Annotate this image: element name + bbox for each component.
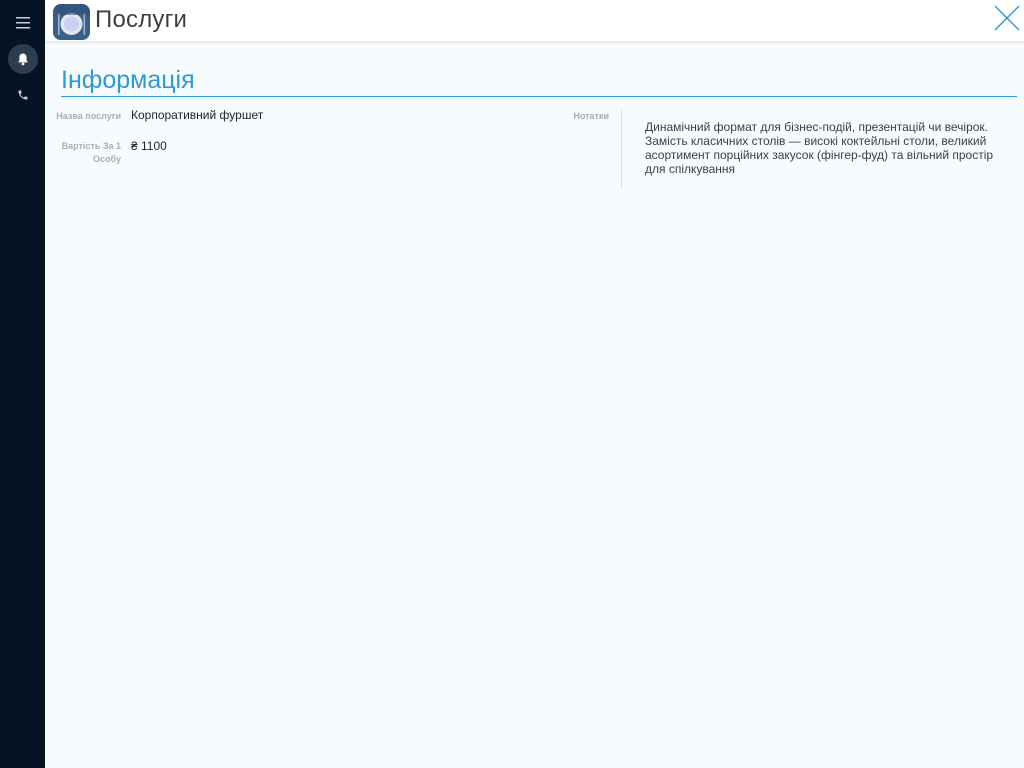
main-content: Інформація Назва послуги Корпоративний ф… (45, 41, 1024, 768)
sidebar-rail (0, 0, 45, 768)
plate-cutlery-icon (53, 4, 90, 40)
notes-label: Нотатки (573, 111, 609, 121)
close-button[interactable] (992, 3, 1022, 33)
price-per-person-label: Вартість За 1 Особу (61, 141, 121, 164)
section-divider (61, 96, 1017, 97)
menu-button[interactable] (8, 8, 38, 38)
page-title: Послуги (95, 6, 188, 33)
service-name-value: Корпоративний фуршет (131, 108, 264, 122)
notifications-button[interactable] (8, 44, 38, 74)
menu-icon (16, 17, 30, 29)
bell-icon (18, 53, 28, 65)
phone-button[interactable] (8, 80, 38, 110)
section-title: Інформація (61, 66, 195, 94)
price-per-person-value: ₴ 1100 (131, 139, 167, 153)
notes-value: Динамічний формат для бізнес-подій, през… (645, 120, 994, 176)
notes-divider (621, 110, 622, 188)
close-icon (994, 5, 1020, 31)
header-bar: Послуги (45, 0, 1024, 41)
service-name-label: Назва послуги (56, 111, 121, 121)
phone-icon (18, 90, 28, 100)
